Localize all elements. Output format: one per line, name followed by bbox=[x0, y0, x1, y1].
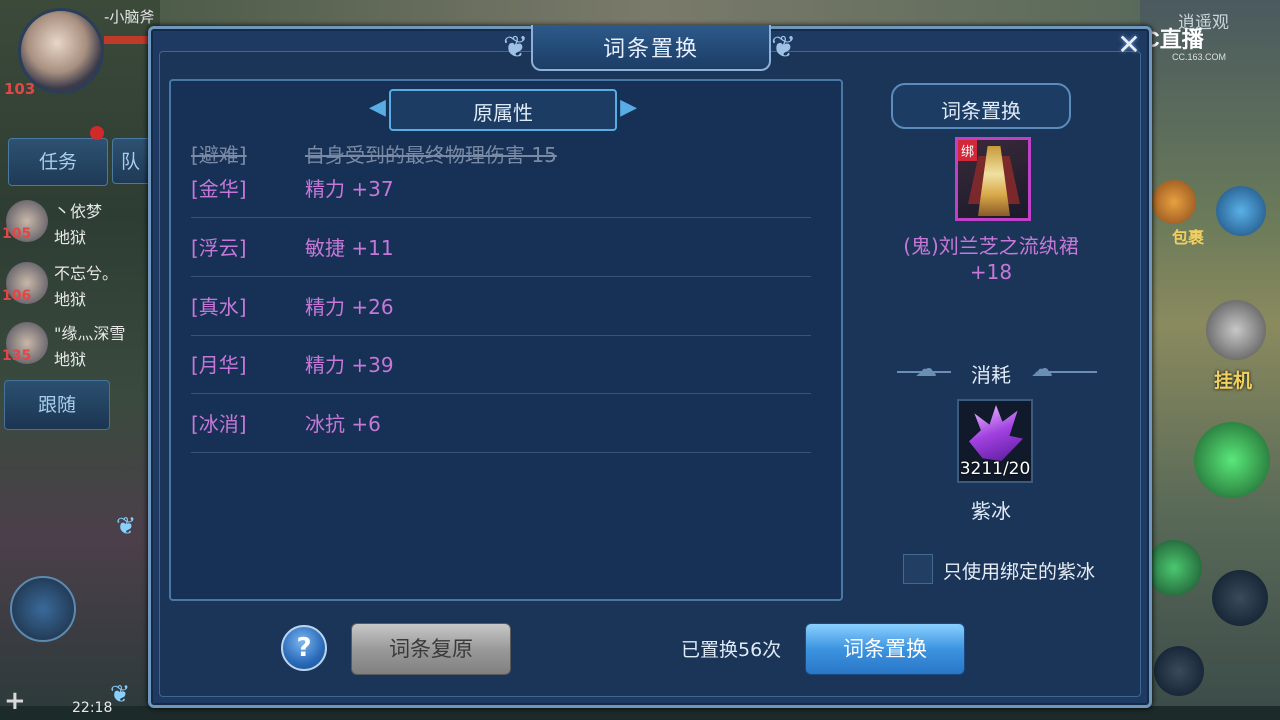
attribute-value: 精力 +39 bbox=[305, 353, 394, 377]
team-name: 丶依梦 bbox=[54, 202, 103, 221]
player-level: 103 bbox=[4, 80, 36, 98]
skill-icon[interactable] bbox=[1212, 570, 1268, 626]
attribute-value: 敏捷 +11 bbox=[305, 236, 394, 260]
section-header: ◀ ▶ 原属性 bbox=[369, 89, 637, 131]
attribute-value: 精力 +26 bbox=[305, 295, 394, 319]
attribute-tag: [浮云] bbox=[191, 236, 247, 260]
swords-icon[interactable] bbox=[1206, 300, 1266, 360]
original-attributes-panel: ◀ ▶ 原属性 [避难] 自身受到的最终物理伤害 15 [金华] 精力 +37 … bbox=[169, 79, 843, 601]
team-level: 135 bbox=[2, 348, 32, 364]
replace-button[interactable]: 词条置换 bbox=[805, 623, 965, 675]
section-title: 原属性 bbox=[473, 101, 533, 125]
auto-battle-label[interactable]: 挂机 bbox=[1214, 366, 1252, 393]
notification-dot bbox=[90, 126, 104, 140]
bag-label: 包裹 bbox=[1172, 228, 1205, 247]
follow-button[interactable]: 跟随 bbox=[4, 380, 110, 430]
team-name: "缘灬深雪 bbox=[54, 324, 126, 343]
clock: 22:18 bbox=[72, 700, 113, 716]
dialog-title: 词条置换 bbox=[602, 37, 699, 62]
title-banner: 词条置换 bbox=[531, 25, 771, 71]
bound-only-label[interactable]: 只使用绑定的紫冰 bbox=[943, 557, 1095, 584]
game-background-bottom bbox=[0, 706, 1280, 720]
restore-button[interactable]: 词条复原 bbox=[351, 623, 511, 675]
attribute-row: [真水] 精力 +26 bbox=[191, 277, 811, 336]
team-member[interactable]: 135 "缘灬深雪 地狱 bbox=[0, 318, 155, 374]
attribute-tag: [金华] bbox=[191, 177, 247, 201]
watermark-url: CC.163.COM bbox=[1172, 52, 1227, 62]
replace-count: 已置换56次 bbox=[681, 639, 782, 661]
skill-icon[interactable] bbox=[1146, 540, 1202, 596]
quest-tab[interactable]: 任务 bbox=[8, 138, 108, 186]
mount-skill-icon[interactable] bbox=[10, 576, 76, 642]
butterfly-icon: ❦ bbox=[110, 680, 131, 708]
replace-panel: 词条置换 绑 (鬼)刘兰芝之流纨裙 +18 ☁ ☁ 消耗 3211/20 紫冰 … bbox=[851, 79, 1131, 609]
close-button[interactable]: ✕ bbox=[1111, 27, 1147, 63]
player-hp-bar bbox=[104, 36, 150, 44]
ornament-right-icon: ❦ bbox=[771, 30, 797, 65]
team-level: 106 bbox=[2, 288, 32, 304]
material-slot[interactable]: 3211/20 bbox=[957, 399, 1033, 483]
skill-icon[interactable] bbox=[1194, 422, 1270, 498]
material-count: 3211/20 bbox=[959, 459, 1031, 479]
bound-badge: 绑 bbox=[958, 140, 978, 161]
attribute-value: 冰抗 +6 bbox=[305, 412, 381, 436]
replace-header: 词条置换 bbox=[891, 83, 1071, 129]
team-location: 地狱 bbox=[54, 290, 87, 309]
butterfly-icon: ❦ bbox=[116, 512, 137, 540]
player-name: -小脑斧 bbox=[104, 8, 155, 26]
replace-header-label: 词条置换 bbox=[941, 99, 1021, 123]
replace-dialog: 词条置换 ❦ ❦ ✕ ◀ ▶ 原属性 [避难] 自身受到的最终物理伤害 15 [… bbox=[148, 25, 1152, 708]
attribute-row: [月华] 精力 +39 bbox=[191, 335, 811, 394]
attribute-row: [冰消] 冰抗 +6 bbox=[191, 394, 811, 453]
attribute-row: [金华] 精力 +37 bbox=[191, 159, 811, 218]
cost-label: 消耗 bbox=[971, 363, 1011, 387]
team-member[interactable]: 105 丶依梦 地狱 bbox=[0, 196, 155, 252]
attribute-row: [浮云] 敏捷 +11 bbox=[191, 218, 811, 277]
team-member[interactable]: 106 不忘兮。 地狱 bbox=[0, 258, 155, 314]
equipment-name-line1: (鬼)刘兰芝之流纨裙 bbox=[903, 234, 1079, 258]
equipment-slot[interactable]: 绑 bbox=[955, 137, 1031, 221]
material-name: 紫冰 bbox=[971, 499, 1011, 523]
team-name: 不忘兮。 bbox=[54, 264, 119, 283]
attribute-tag: [冰消] bbox=[191, 412, 247, 436]
attribute-tag: [月华] bbox=[191, 353, 247, 377]
close-icon: ✕ bbox=[1117, 28, 1141, 61]
attribute-tag: [真水] bbox=[191, 295, 247, 319]
bound-only-checkbox[interactable] bbox=[903, 554, 933, 584]
plus-icon[interactable]: + bbox=[4, 686, 26, 716]
team-location: 地狱 bbox=[54, 350, 87, 369]
help-button[interactable]: ? bbox=[281, 625, 327, 671]
equipment-enhance-level: +18 bbox=[969, 260, 1013, 284]
equipment-name: (鬼)刘兰芝之流纨裙 +18 bbox=[851, 233, 1131, 285]
purple-ice-crystal-icon bbox=[969, 405, 1023, 461]
bag-icon[interactable] bbox=[1152, 180, 1196, 224]
team-location: 地狱 bbox=[54, 228, 87, 247]
ornament-left-icon: ❦ bbox=[503, 30, 529, 65]
team-level: 105 bbox=[2, 226, 32, 242]
skill-icon[interactable] bbox=[1154, 646, 1204, 696]
attribute-value: 精力 +37 bbox=[305, 177, 394, 201]
add-icon[interactable] bbox=[1216, 186, 1266, 236]
